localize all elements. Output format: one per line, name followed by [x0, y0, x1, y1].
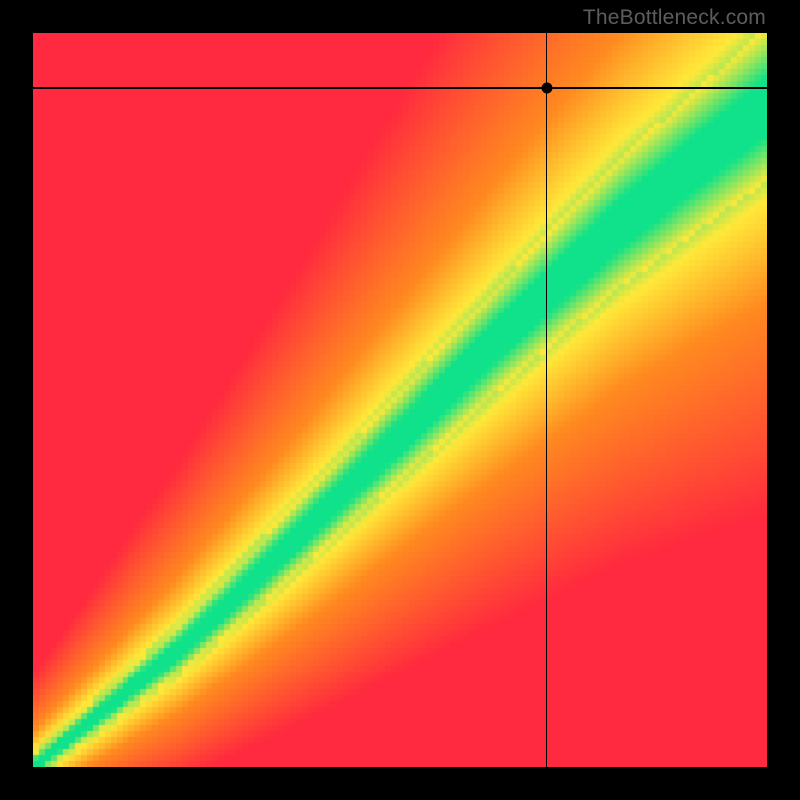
marker-point: [541, 83, 552, 94]
marker-crosshair-horizontal: [33, 87, 767, 88]
marker-crosshair-vertical: [546, 33, 547, 767]
bottleneck-heatmap: [33, 33, 767, 767]
watermark-text: TheBottleneck.com: [583, 6, 766, 30]
chart-container: TheBottleneck.com: [0, 0, 800, 800]
